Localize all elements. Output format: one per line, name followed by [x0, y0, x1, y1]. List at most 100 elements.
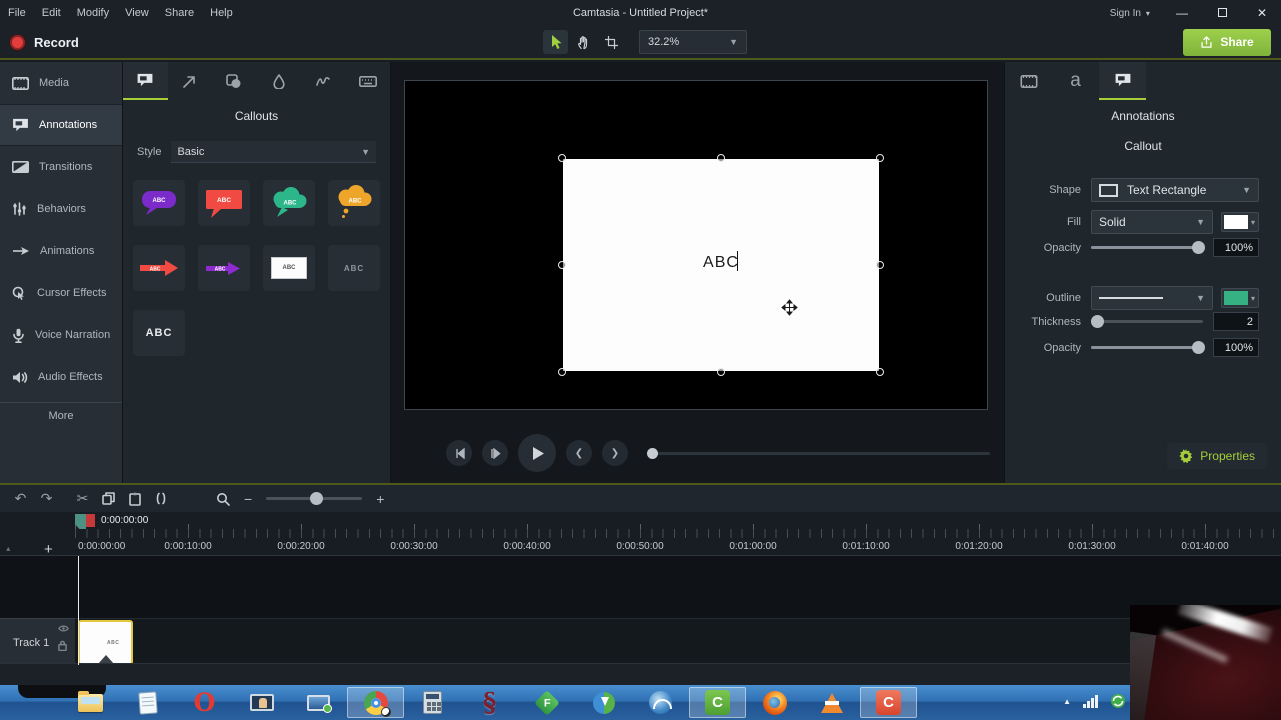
canvas-stage[interactable]: ABC — [404, 80, 988, 410]
thickness-value[interactable]: 2 — [1213, 312, 1259, 331]
shape-dropdown[interactable]: Text Rectangle ▼ — [1091, 178, 1259, 202]
menu-modify[interactable]: Modify — [77, 7, 109, 19]
callout-clip[interactable]: ABC — [78, 620, 133, 665]
taskbar-firefox[interactable] — [746, 687, 803, 718]
copy-button[interactable] — [96, 488, 121, 510]
slider-knob[interactable] — [1192, 241, 1205, 254]
paste-button[interactable] — [122, 488, 147, 510]
crop-tool[interactable] — [599, 30, 624, 54]
slider-knob[interactable] — [1091, 315, 1104, 328]
previous-button[interactable]: ❮ — [566, 440, 592, 466]
slider-knob[interactable] — [1192, 341, 1205, 354]
style-dropdown[interactable]: Basic ▼ — [171, 141, 376, 163]
resize-handle-n[interactable] — [717, 154, 725, 162]
menu-file[interactable]: File — [8, 7, 26, 19]
taskbar-chrome[interactable] — [347, 687, 404, 718]
lock-icon[interactable] — [58, 640, 67, 651]
pan-tool[interactable] — [571, 30, 596, 54]
restore-button[interactable] — [1217, 8, 1227, 17]
playhead-out-marker[interactable] — [86, 514, 95, 527]
playhead[interactable]: 0:00:00:00 — [75, 514, 148, 529]
show-hidden-icons-button[interactable]: ▲ — [1063, 697, 1071, 706]
canvas-zoom-select[interactable]: 32.2% ▼ — [639, 30, 747, 54]
sidebar-item-media[interactable]: Media — [0, 62, 122, 104]
record-button[interactable]: Record — [10, 34, 79, 50]
shapes-tab[interactable] — [212, 62, 257, 100]
callout-tile-purple-arrow[interactable]: ABC — [198, 245, 250, 291]
callout-tile-red-bubble[interactable]: ABC — [198, 180, 250, 226]
sidebar-item-animations[interactable]: Animations — [0, 230, 122, 272]
eye-icon[interactable] — [58, 625, 69, 632]
keystroke-tab[interactable] — [346, 62, 391, 100]
resize-handle-se[interactable] — [876, 368, 884, 376]
minimize-button[interactable]: — — [1176, 6, 1188, 20]
media-properties-tab[interactable] — [1005, 62, 1052, 100]
taskbar-remote-control[interactable] — [233, 687, 290, 718]
sidebar-item-cursor-effects[interactable]: Cursor Effects — [0, 272, 122, 314]
share-button[interactable]: Share — [1183, 28, 1271, 56]
network-signal-icon[interactable] — [1083, 694, 1098, 708]
timeline-ruler[interactable]: ▴⌕▾ + ▼ 0:00:00:00 0:00:10:00 0:00:20:00… — [0, 512, 1281, 574]
slider-knob[interactable] — [310, 492, 324, 505]
timeline-scrollbar[interactable] — [0, 663, 1281, 685]
next-button[interactable]: ❯ — [602, 440, 628, 466]
taskbar-camtasia-studio[interactable]: C — [689, 687, 746, 718]
properties-toggle-button[interactable]: Properties — [1167, 443, 1267, 469]
sidebar-item-voice-narration[interactable]: Voice Narration — [0, 314, 122, 356]
taskbar-windows-explorer[interactable] — [62, 687, 119, 718]
fill-opacity-slider[interactable] — [1091, 241, 1205, 254]
outline-color-swatch[interactable]: ▾ — [1221, 288, 1259, 308]
menu-edit[interactable]: Edit — [42, 7, 61, 19]
playhead-in-marker[interactable] — [75, 514, 86, 529]
tray-app-icon[interactable] — [1110, 693, 1126, 709]
callout-tile-red-arrow[interactable]: ABC — [133, 245, 185, 291]
sidebar-item-annotations[interactable]: Annotations — [0, 104, 122, 146]
sketch-motion-tab[interactable] — [301, 62, 346, 100]
edit-cursor-tool[interactable] — [543, 30, 568, 54]
fill-color-swatch[interactable]: ▾ — [1221, 212, 1259, 232]
zoom-out-button[interactable]: − — [244, 491, 252, 507]
taskbar-camtasia-recorder[interactable]: C — [860, 687, 917, 718]
sidebar-item-transitions[interactable]: Transitions — [0, 146, 122, 188]
outline-style-dropdown[interactable]: ▼ — [1091, 286, 1213, 310]
menu-help[interactable]: Help — [210, 7, 233, 19]
fill-opacity-value[interactable]: 100% — [1213, 238, 1259, 257]
resize-handle-e[interactable] — [876, 261, 884, 269]
taskbar-network-computer[interactable] — [290, 687, 347, 718]
resize-handle-s[interactable] — [717, 368, 725, 376]
callout-tile-orange-thought-cloud[interactable]: ABC — [328, 180, 380, 226]
timeline-zoom-slider[interactable] — [266, 492, 363, 505]
fill-dropdown[interactable]: Solid ▼ — [1091, 210, 1213, 234]
resize-handle-ne[interactable] — [876, 154, 884, 162]
close-button[interactable]: ✕ — [1257, 6, 1267, 20]
jump-to-start-button[interactable] — [446, 440, 472, 466]
taskbar-notepad[interactable] — [119, 687, 176, 718]
playhead-line[interactable] — [78, 556, 79, 665]
split-button[interactable] — [148, 488, 173, 510]
undo-button[interactable]: ↶ — [8, 488, 33, 510]
arrows-tab[interactable] — [168, 62, 213, 100]
resize-handle-sw[interactable] — [558, 368, 566, 376]
step-forward-button[interactable] — [482, 440, 508, 466]
redo-button[interactable]: ↷ — [34, 488, 59, 510]
cut-button[interactable]: ✂ — [70, 488, 95, 510]
taskbar-section-app[interactable]: § — [461, 687, 518, 718]
taskbar-vlc[interactable] — [803, 687, 860, 718]
callout-tile-purple-bubble[interactable]: ABC — [133, 180, 185, 226]
menu-view[interactable]: View — [125, 7, 149, 19]
taskbar-calculator[interactable] — [404, 687, 461, 718]
taskbar-f-diamond-app[interactable]: F — [518, 687, 575, 718]
outline-opacity-value[interactable]: 100% — [1213, 338, 1259, 357]
seek-bar[interactable] — [647, 447, 990, 459]
taskbar-internet-globe[interactable] — [632, 687, 689, 718]
sidebar-item-behaviors[interactable]: Behaviors — [0, 188, 122, 230]
sidebar-item-audio-effects[interactable]: Audio Effects — [0, 356, 122, 398]
thickness-slider[interactable] — [1091, 315, 1203, 328]
sign-in-button[interactable]: Sign In ▾ — [1110, 8, 1150, 19]
resize-handle-nw[interactable] — [558, 154, 566, 162]
seek-handle[interactable] — [647, 447, 658, 459]
track-1-header[interactable]: Track 1 — [0, 618, 75, 666]
callouts-tab[interactable] — [123, 62, 168, 100]
menu-share[interactable]: Share — [165, 7, 194, 19]
callout-tile-text-plain[interactable]: ABC — [133, 310, 185, 356]
